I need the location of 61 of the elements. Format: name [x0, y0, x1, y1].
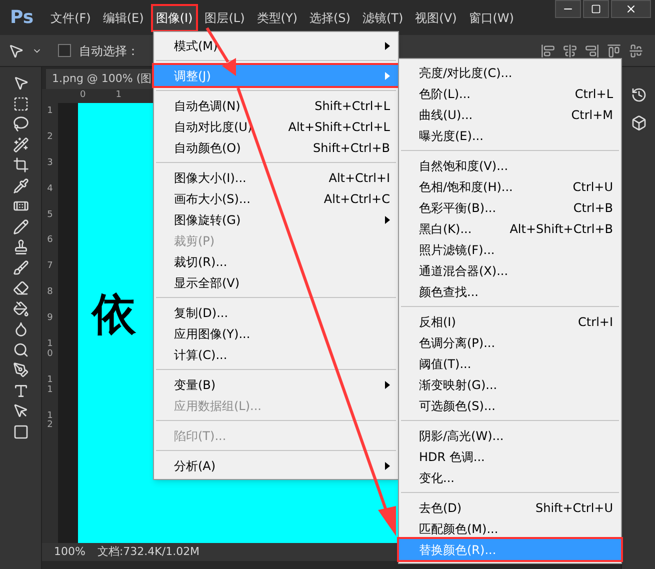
menu-bar-item[interactable]: 视图(V) [410, 4, 462, 32]
menu-item[interactable]: 反相(I) Ctrl+I [399, 311, 621, 332]
menu-item[interactable]: 色阶(L)... Ctrl+L [399, 83, 621, 104]
menu-item[interactable]: 曝光度(E)... [399, 125, 621, 146]
ruler-number: 9 [47, 314, 53, 324]
ruler-number: 3 [47, 158, 53, 169]
ruler-number: 2 [47, 132, 53, 143]
menu-bar-item[interactable]: 图像(I) [150, 4, 198, 32]
ruler-number: 11 [47, 376, 53, 396]
menu-item[interactable]: 裁切(R)... [154, 251, 398, 272]
ruler-number: 7 [47, 262, 53, 272]
ruler-number: 1 [47, 107, 53, 117]
app-logo: Ps [10, 6, 34, 30]
ruler-number: 5 [47, 210, 53, 220]
menu-item[interactable]: 匹配颜色(M)... [399, 518, 621, 539]
menu-item[interactable]: 色调分离(P)... [399, 332, 621, 353]
menu-bar-item[interactable]: 滤镜(T) [357, 4, 408, 32]
ruler-number: 0 [80, 89, 86, 102]
menu-item[interactable]: 自然饱和度(V)... [399, 155, 621, 176]
menu-item[interactable]: 应用图像(Y)... [154, 323, 398, 344]
menu-item[interactable]: 渐变映射(G)... [399, 374, 621, 395]
menu-item[interactable]: 亮度/对比度(C)... [399, 62, 621, 83]
canvas-text: 依 [92, 293, 136, 337]
menu-item[interactable]: 色彩平衡(B)... Ctrl+B [399, 197, 621, 218]
doc-info: 文档:732.4K/1.02M [97, 544, 200, 560]
menu-item[interactable]: 变化... [399, 467, 621, 488]
menu-bar-item[interactable]: 文件(F) [46, 4, 96, 32]
ruler-number: 6 [47, 236, 53, 246]
menu-bar-item[interactable]: 编辑(E) [98, 4, 149, 32]
menu-item[interactable]: 分析(A) [154, 455, 398, 476]
menu-item[interactable]: 计算(C)... [154, 344, 398, 365]
menu-item[interactable]: 阴影/高光(W)... [399, 425, 621, 446]
menu-bar-item[interactable]: 窗口(W) [464, 4, 519, 32]
zoom-level: 100% [54, 544, 86, 560]
ruler-number: 8 [47, 288, 53, 298]
menu-item[interactable]: 照片滤镜(F)... [399, 239, 621, 260]
menu-item[interactable]: 显示全部(V) [154, 272, 398, 293]
menu-bar-item[interactable]: 图层(L) [200, 4, 250, 32]
menu-item[interactable]: 可选颜色(S)... [399, 395, 621, 416]
menu-item[interactable]: HDR 色调... [399, 446, 621, 467]
menu-item[interactable]: 复制(D)... [154, 302, 398, 323]
menu-item[interactable]: 黑白(K)... Alt+Shift+Ctrl+B [399, 218, 621, 239]
menu-item[interactable]: 自动色调(N) Shift+Ctrl+L [154, 95, 398, 116]
menu-item[interactable]: 图像大小(I)... Alt+Ctrl+I [154, 167, 398, 188]
menu-item[interactable]: 画布大小(S)... Alt+Ctrl+C [154, 188, 398, 209]
menu-item[interactable]: 阈值(T)... [399, 353, 621, 374]
ruler-number: 4 [47, 184, 53, 195]
menu-bar-item[interactable]: 类型(Y) [252, 4, 302, 32]
menu-item[interactable]: 曲线(U)... Ctrl+M [399, 104, 621, 125]
ruler-number: 1 [116, 89, 122, 102]
menu-item[interactable]: 色相/饱和度(H)... Ctrl+U [399, 176, 621, 197]
menu-item[interactable]: 图像旋转(G) [154, 209, 398, 230]
ruler-number: 12 [47, 412, 53, 432]
menu-item[interactable]: 颜色查找... [399, 281, 621, 302]
menu-item[interactable]: 通道混合器(X)... [399, 260, 621, 281]
menu-item[interactable]: 变量(B) [154, 374, 398, 395]
menu-bar-item[interactable]: 选择(S) [304, 4, 356, 32]
menu-item[interactable]: 自动颜色(O) Shift+Ctrl+B [154, 137, 398, 158]
checkbox-label: 自动选择： [79, 42, 139, 60]
ruler-number: 10 [47, 340, 53, 360]
menu-item[interactable]: 去色(D) Shift+Ctrl+U [399, 497, 621, 518]
